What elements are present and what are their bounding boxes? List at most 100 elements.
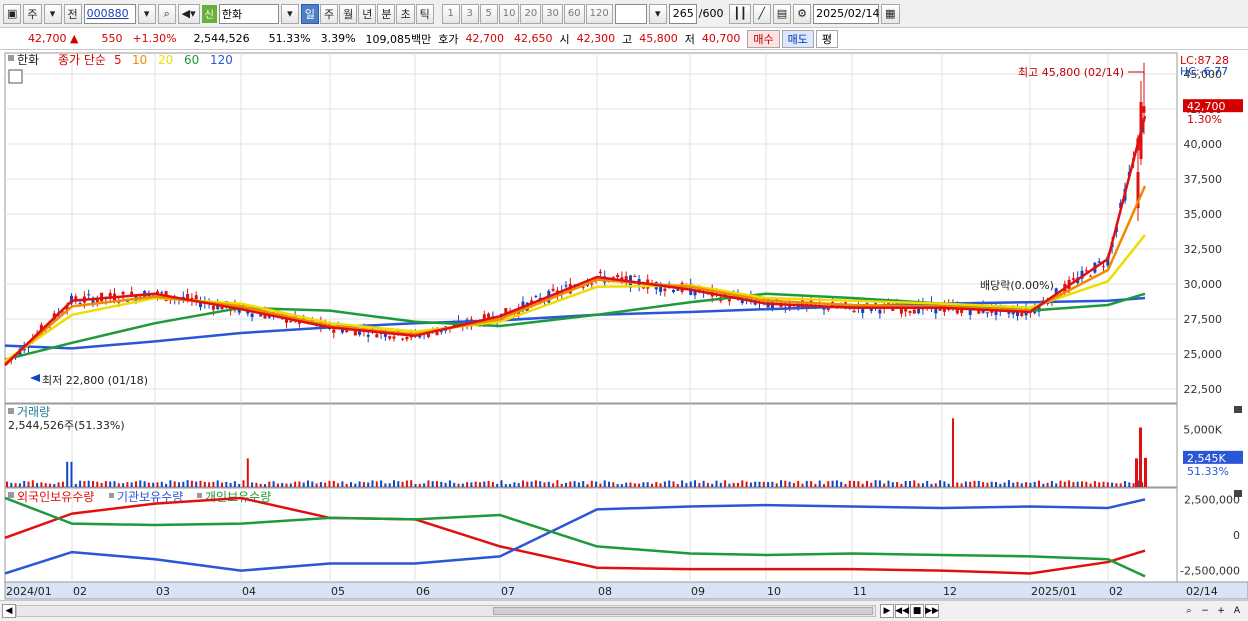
calendar-icon[interactable]: ▦	[881, 3, 900, 24]
volume-bar	[23, 480, 26, 487]
volume-bar	[431, 481, 434, 487]
volume-bar	[173, 481, 176, 487]
scroll-right-icon[interactable]: ▶	[880, 604, 894, 618]
eval-button[interactable]: 평	[815, 29, 839, 48]
candle-body	[826, 308, 830, 310]
volume-bar	[805, 480, 808, 487]
chevron-down-icon[interactable]: ▾	[43, 3, 62, 24]
period-tab[interactable]: 년	[358, 3, 377, 24]
interval-button[interactable]: 1	[441, 3, 460, 24]
candle-body	[87, 294, 91, 296]
candle-body	[968, 310, 972, 315]
volume-bar	[866, 480, 868, 487]
scroll-left-icon[interactable]: ◀	[2, 604, 16, 618]
speaker-icon[interactable]: ◀▾	[177, 3, 200, 24]
zoom-icon[interactable]: ⌕	[1182, 604, 1196, 618]
volume-bar	[840, 481, 843, 487]
volume-bar	[969, 481, 972, 487]
interval-button[interactable]: 3	[460, 3, 479, 24]
period-main-button[interactable]: 주	[23, 3, 42, 24]
volume-bar	[728, 483, 731, 487]
stop-icon[interactable]: ■	[910, 604, 924, 618]
volume-bar	[268, 481, 271, 487]
period-tab[interactable]: 초	[396, 3, 415, 24]
volume-bar	[646, 482, 649, 487]
chart-area[interactable]: 45,00042,50040,00037,50035,00032,50030,0…	[0, 50, 1248, 621]
volume-bar	[212, 481, 215, 487]
interval-button[interactable]: 5	[479, 3, 498, 24]
volume-bar	[1063, 481, 1066, 487]
volume-bar	[797, 480, 800, 487]
candle-body	[366, 334, 370, 337]
x-axis-label: 2025/01	[1031, 585, 1077, 598]
volume-bar	[638, 483, 641, 487]
sell-button[interactable]: 매도	[781, 29, 814, 48]
stock-name-input[interactable]: 한화	[218, 3, 279, 24]
chevron-down-icon[interactable]: ▾	[648, 3, 667, 24]
period-tab[interactable]: 틱	[415, 3, 434, 24]
interval-select[interactable]	[614, 3, 647, 24]
candle-body	[392, 336, 396, 339]
candle-icon[interactable]: ┃┃	[729, 3, 751, 24]
period-tab[interactable]: 월	[339, 3, 358, 24]
interval-button[interactable]: 30	[542, 3, 563, 24]
window-icon[interactable]: ▣	[3, 3, 22, 24]
volume-bar	[74, 483, 77, 487]
volume-bar	[758, 481, 761, 487]
chart-svg[interactable]: 45,00042,50040,00037,50035,00032,50030,0…	[0, 50, 1248, 600]
text-size-icon[interactable]: A	[1230, 604, 1244, 618]
trend-tool-icon[interactable]: ╱	[752, 3, 771, 24]
volume-bar	[921, 483, 924, 487]
volume-bar	[178, 482, 180, 487]
zoom-in-icon[interactable]: +	[1214, 604, 1228, 618]
buy-button[interactable]: 매수	[747, 29, 780, 48]
high-label: 고	[622, 32, 633, 46]
volume-bar	[1016, 481, 1019, 487]
period-prev-button[interactable]: 전	[63, 3, 82, 24]
candle-body	[1102, 266, 1105, 268]
volume-bar	[53, 483, 56, 487]
volume-bar	[956, 482, 959, 487]
volume-bar	[457, 483, 460, 487]
volume-bar	[375, 481, 378, 487]
volume-bar	[1025, 482, 1028, 487]
open-label: 시	[559, 32, 570, 46]
period-tab[interactable]: 분	[377, 3, 396, 24]
scroll-track[interactable]	[16, 605, 876, 617]
volume-bar	[870, 482, 873, 487]
search-icon[interactable]: ⌕	[157, 3, 176, 24]
fast-forward-icon[interactable]: ▶▶	[925, 604, 939, 618]
save-icon[interactable]: ▤	[772, 3, 792, 24]
y-tick-label: 25,000	[1184, 348, 1223, 361]
volume-bar	[10, 482, 13, 487]
zoom-out-icon[interactable]: −	[1198, 604, 1212, 618]
candle-body	[1097, 261, 1101, 263]
chevron-down-icon[interactable]: ▾	[137, 3, 156, 24]
legend-marker	[197, 493, 202, 498]
scroll-thumb[interactable]	[493, 607, 873, 615]
volume-bar	[655, 482, 658, 487]
period-tab[interactable]: 일	[300, 3, 319, 24]
period-tab[interactable]: 주	[319, 3, 339, 24]
volume-bar	[276, 483, 279, 487]
chevron-down-icon[interactable]: ▾	[280, 3, 299, 24]
rewind-icon[interactable]: ◀◀	[895, 604, 909, 618]
volume-bar	[952, 418, 954, 487]
interval-button[interactable]: 20	[520, 3, 542, 24]
count-input[interactable]: 265	[668, 3, 697, 24]
y-tick-label: 37,500	[1184, 173, 1223, 186]
current-pct-tag: 1.30%	[1187, 113, 1222, 126]
gear-icon[interactable]: ⚙	[793, 3, 812, 24]
stock-code-input[interactable]: 000880	[83, 3, 136, 24]
interval-button[interactable]: 120	[585, 3, 613, 24]
volume-bar	[913, 480, 916, 487]
volume-bar	[242, 480, 245, 487]
interval-button[interactable]: 10	[498, 3, 520, 24]
ma-title: 종가 단순	[58, 53, 106, 67]
volume-bar	[569, 481, 572, 487]
date-input[interactable]: 2025/02/14	[813, 3, 880, 24]
volume-bar	[246, 458, 249, 487]
chart-scrollbar[interactable]: ◀ ▶ ◀◀ ■ ▶▶ ⌕ − + A	[0, 600, 1248, 621]
volume-bar	[706, 482, 709, 487]
interval-button[interactable]: 60	[563, 3, 585, 24]
